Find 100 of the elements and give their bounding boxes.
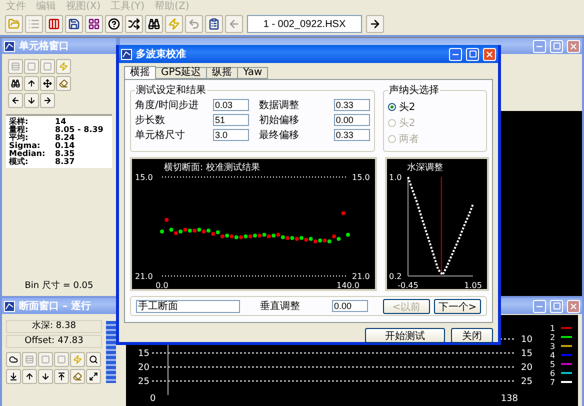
help-icon [108, 18, 120, 30]
tool-button[interactable] [65, 15, 83, 33]
minimize-button[interactable] [449, 48, 462, 60]
chart-title: 横切断面: 校准测试结果 [164, 163, 260, 173]
tick-label: 25 [521, 377, 532, 387]
tab[interactable]: GPS延迟 [155, 67, 208, 79]
tool-button[interactable] [105, 15, 123, 33]
input-field[interactable]: 0.00 [334, 114, 370, 126]
tool-button[interactable] [366, 15, 384, 33]
square-icon [41, 355, 50, 364]
arrow-down-icon [27, 96, 36, 105]
tool-button[interactable] [8, 93, 23, 108]
tool-button[interactable] [125, 15, 143, 33]
input-field[interactable]: 0.00 [332, 300, 368, 312]
legend-label: 5 [550, 360, 556, 369]
stat-label: 模式: [9, 158, 30, 166]
level-bars-drawing [106, 321, 116, 383]
input-field[interactable]: 0.33 [334, 99, 370, 111]
tool-button[interactable] [145, 15, 163, 33]
tick-label: 0.2 [389, 272, 402, 281]
arrow-up-to-line-icon [57, 372, 66, 381]
tab[interactable]: 纵摇 [206, 67, 238, 79]
tool-button[interactable] [38, 369, 53, 384]
tool-button[interactable] [40, 93, 55, 108]
close-icon [485, 50, 494, 58]
tick-label: 140.0 [336, 281, 360, 289]
tab[interactable]: Yaw [237, 67, 268, 79]
arrow-left-icon [228, 18, 240, 30]
stat-value: 14 [55, 118, 68, 126]
tool-button[interactable] [22, 369, 37, 384]
search-icon [89, 355, 98, 364]
rows-icon [25, 355, 34, 364]
folder-icon [8, 18, 20, 30]
tool-button[interactable] [6, 352, 21, 367]
arrow-up-icon [27, 79, 36, 88]
tick-label: 1.05 [464, 281, 482, 289]
field-label: 初始偏移 [258, 114, 300, 127]
arrow-right-icon [369, 18, 381, 30]
dialog-button[interactable]: 开始测试 [365, 328, 445, 343]
field-label: 数据调整 [258, 99, 300, 112]
arrow-right-icon [43, 96, 52, 105]
rows-icon [11, 62, 20, 71]
input-field[interactable]: 0.33 [334, 129, 370, 141]
tab[interactable]: 横摇 [124, 66, 156, 79]
tool-button[interactable] [24, 76, 39, 91]
tick-label: 15 [138, 349, 150, 359]
chart-title: 水深调整 [407, 163, 443, 173]
input-field[interactable]: 51 [213, 114, 249, 126]
input-field[interactable]: 手工断面 [136, 300, 240, 312]
tool-button[interactable] [54, 369, 69, 384]
nav-button[interactable]: 下一个> [434, 298, 481, 314]
maximize-button[interactable] [466, 48, 479, 60]
tool-button[interactable] [86, 352, 101, 367]
close-button[interactable] [483, 48, 496, 60]
stat-label: 采样: [9, 118, 30, 126]
tick-label: 15.0 [135, 173, 153, 182]
maximize-icon [468, 50, 476, 58]
tool-button[interactable] [205, 15, 223, 33]
arrow-left-icon [11, 96, 20, 105]
tool-button[interactable] [40, 76, 55, 91]
tool-button[interactable] [6, 369, 21, 384]
list-document-icon [208, 18, 220, 30]
close-icon [569, 302, 578, 310]
tick-label: 21.0 [135, 272, 153, 281]
readout: 水深: 8.38 [6, 320, 102, 333]
input-field[interactable]: 0.03 [213, 99, 249, 111]
legend-label: 4 [550, 351, 556, 360]
shuffle-icon [128, 18, 140, 30]
tool-button[interactable] [8, 76, 23, 91]
input-field[interactable]: 3.0 [213, 129, 249, 141]
data-point [160, 229, 164, 234]
data-point [346, 232, 350, 237]
close-button[interactable] [567, 300, 580, 312]
data-point [164, 218, 169, 222]
tick-label: 0 [150, 394, 156, 404]
legend-label: 3 [550, 342, 556, 351]
field-label: 垂直调整 [260, 300, 300, 313]
stat-label: Sigma: [9, 142, 40, 150]
radio-button[interactable]: 头2 [388, 100, 482, 114]
color-bars-icon [48, 18, 60, 30]
window-title: 单元格窗口 [19, 40, 69, 53]
file-field[interactable]: 1 - 002_0922.HSX [247, 15, 362, 33]
tool-button[interactable] [85, 15, 103, 33]
legend-label: 6 [550, 369, 556, 378]
close-button[interactable] [567, 40, 580, 52]
dialog-button[interactable]: 关闭 [451, 328, 493, 343]
group-title: 测试设定和结果 [135, 84, 207, 97]
window-title: 多波束校准 [136, 48, 186, 61]
tool-button[interactable] [24, 93, 39, 108]
list-icon [28, 18, 40, 30]
grid-icon [88, 18, 100, 30]
eraser-icon [59, 79, 68, 88]
stat-label: 平均: [9, 134, 28, 142]
binoculars-icon [148, 18, 160, 30]
lightning-icon [59, 62, 68, 71]
maximize-icon [552, 42, 560, 50]
square-icon [27, 62, 36, 71]
save-icon [68, 18, 80, 30]
legend-label: 7 [550, 378, 556, 387]
tool-button[interactable] [86, 369, 101, 384]
